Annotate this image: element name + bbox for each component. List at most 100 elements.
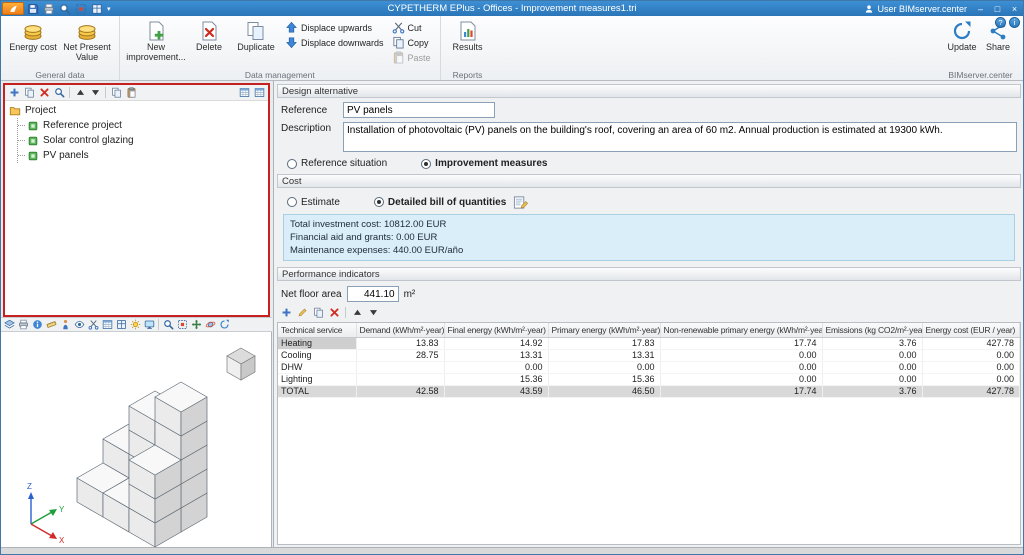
save-icon[interactable] bbox=[27, 3, 39, 15]
axis-triad: Z Y X bbox=[27, 482, 65, 545]
tree-root-project[interactable]: Project bbox=[9, 103, 264, 118]
table-row-lighting[interactable]: Lighting 15.36 15.36 0.00 0.00 0.00 bbox=[278, 373, 1020, 386]
user-icon bbox=[864, 4, 874, 14]
reference-input[interactable] bbox=[343, 102, 495, 118]
delete-row-button[interactable] bbox=[327, 306, 341, 319]
walkthrough-button[interactable] bbox=[58, 318, 72, 331]
estimate-radio[interactable]: Estimate bbox=[287, 197, 340, 208]
zoom-icon[interactable] bbox=[59, 3, 71, 15]
model-3d-viewport[interactable]: Z Y X bbox=[1, 332, 272, 549]
print-view-button[interactable] bbox=[16, 318, 30, 331]
cype-logo-icon bbox=[7, 4, 20, 14]
reference-situation-radio[interactable]: Reference situation bbox=[287, 158, 387, 169]
visibility-button[interactable] bbox=[72, 318, 86, 331]
list-view-button[interactable] bbox=[252, 86, 266, 99]
windows-layout-icon[interactable] bbox=[91, 3, 103, 15]
layers-button[interactable] bbox=[2, 318, 16, 331]
view-cube[interactable] bbox=[226, 347, 256, 381]
table-cell: 0.00 bbox=[922, 361, 1020, 374]
app-menu-button[interactable] bbox=[2, 2, 24, 15]
table-row-total[interactable]: TOTAL 42.58 43.59 46.50 17.74 3.76 427.7… bbox=[278, 385, 1020, 398]
render-button[interactable] bbox=[142, 318, 156, 331]
help-icon[interactable]: ? bbox=[995, 17, 1006, 28]
copy-button[interactable]: Copy bbox=[390, 36, 433, 49]
table-row-cooling[interactable]: Cooling 28.75 13.31 13.31 0.00 0.00 0.00 bbox=[278, 349, 1020, 362]
tree-item-reference-project[interactable]: Reference project bbox=[18, 118, 264, 133]
delete-button[interactable]: Delete bbox=[187, 18, 231, 55]
update-icon bbox=[951, 20, 973, 42]
performance-table-container: Technical service Demand (kWh/m²·year) F… bbox=[277, 322, 1021, 545]
edit-row-button[interactable] bbox=[295, 306, 309, 319]
new-improvement-button[interactable]: New improvement... bbox=[125, 18, 187, 65]
displace-upwards-icon bbox=[285, 21, 298, 34]
move-up-button[interactable] bbox=[73, 86, 87, 99]
displace-upwards-button[interactable]: Displace upwards bbox=[283, 21, 386, 34]
net-floor-area-input[interactable] bbox=[346, 286, 399, 303]
options-icon[interactable]: i bbox=[1009, 17, 1020, 28]
table-row-heating[interactable]: Heating 13.83 14.92 17.83 17.74 3.76 427… bbox=[278, 337, 1020, 350]
group-label-general-data: General data bbox=[35, 70, 85, 80]
duplicate-button[interactable]: Duplicate bbox=[231, 18, 281, 55]
improvement-measures-radio[interactable]: Improvement measures bbox=[421, 158, 547, 169]
description-input[interactable]: Installation of photovoltaic (PV) panels… bbox=[343, 122, 1017, 152]
move-row-down-button[interactable] bbox=[366, 306, 380, 319]
copy-row-button[interactable] bbox=[311, 306, 325, 319]
table-cell: 0.00 bbox=[822, 349, 923, 362]
export-button[interactable] bbox=[124, 86, 138, 99]
measure-button[interactable] bbox=[44, 318, 58, 331]
table-row-dhw[interactable]: DHW 0.00 0.00 0.00 0.00 0.00 bbox=[278, 361, 1020, 374]
edit-bill-of-quantities-button[interactable] bbox=[512, 194, 529, 210]
table-cell: 0.00 bbox=[922, 349, 1020, 362]
maximize-button[interactable]: □ bbox=[989, 1, 1006, 16]
table-cell: 0.00 bbox=[660, 373, 823, 386]
detailed-bill-radio[interactable]: Detailed bill of quantities bbox=[373, 197, 506, 208]
reference-label: Reference bbox=[281, 105, 328, 116]
grid-button[interactable] bbox=[114, 318, 128, 331]
cost-summary-box: Total investment cost: 10812.00 EUR Fina… bbox=[283, 214, 1015, 262]
tree-item-pv-panels[interactable]: PV panels bbox=[18, 148, 264, 163]
print-icon[interactable] bbox=[43, 3, 55, 15]
ribbon-group-general-data: Energy cost Net Present Value General da… bbox=[1, 16, 119, 80]
ribbon-group-reports: Results Reports bbox=[439, 16, 495, 80]
radio-dot bbox=[287, 158, 297, 169]
import-button[interactable] bbox=[109, 86, 123, 99]
move-row-up-button[interactable] bbox=[350, 306, 364, 319]
table-cell: 0.00 bbox=[444, 361, 549, 374]
close-button[interactable]: × bbox=[1006, 1, 1023, 16]
update-button[interactable]: Update bbox=[943, 18, 981, 55]
table-cell: 13.83 bbox=[356, 337, 445, 350]
previous-view-button[interactable] bbox=[217, 318, 231, 331]
cut-button[interactable]: Cut bbox=[390, 21, 433, 34]
section-button[interactable] bbox=[86, 318, 100, 331]
results-button[interactable]: Results bbox=[446, 18, 490, 55]
info-button[interactable] bbox=[30, 318, 44, 331]
net-present-value-icon bbox=[76, 20, 98, 42]
energy-cost-button[interactable]: Energy cost bbox=[6, 18, 60, 55]
column-header: Primary energy (kWh/m²·year) bbox=[548, 323, 661, 338]
table-cell: 427.78 bbox=[922, 337, 1020, 350]
section-performance-indicators: Performance indicators bbox=[277, 267, 1021, 282]
add-measure-button[interactable] bbox=[7, 86, 21, 99]
delete-icon bbox=[198, 20, 220, 42]
shadows-button[interactable] bbox=[128, 318, 142, 331]
add-row-button[interactable] bbox=[279, 306, 293, 319]
search-button[interactable] bbox=[52, 86, 66, 99]
tree-item-solar-control-glazing[interactable]: Solar control glazing bbox=[18, 133, 264, 148]
quick-access-dropdown-icon[interactable]: ▾ bbox=[107, 5, 111, 13]
orbit-button[interactable] bbox=[203, 318, 217, 331]
description-label: Description bbox=[281, 123, 332, 134]
zoom-view-button[interactable] bbox=[161, 318, 175, 331]
copy-measure-button[interactable] bbox=[22, 86, 36, 99]
paste-button[interactable]: Paste bbox=[390, 51, 433, 64]
displace-downwards-button[interactable]: Displace downwards bbox=[283, 36, 386, 49]
zoom-extents-button[interactable] bbox=[175, 318, 189, 331]
bimserver-user[interactable]: User BIMserver.center bbox=[864, 4, 967, 14]
move-down-button[interactable] bbox=[88, 86, 102, 99]
tables-button[interactable] bbox=[100, 318, 114, 331]
delete-measure-button[interactable] bbox=[37, 86, 51, 99]
tree-view-button[interactable] bbox=[237, 86, 251, 99]
zoom-window-icon[interactable] bbox=[75, 3, 87, 15]
pan-button[interactable] bbox=[189, 318, 203, 331]
minimize-button[interactable]: – bbox=[972, 1, 989, 16]
net-present-value-button[interactable]: Net Present Value bbox=[60, 18, 114, 65]
